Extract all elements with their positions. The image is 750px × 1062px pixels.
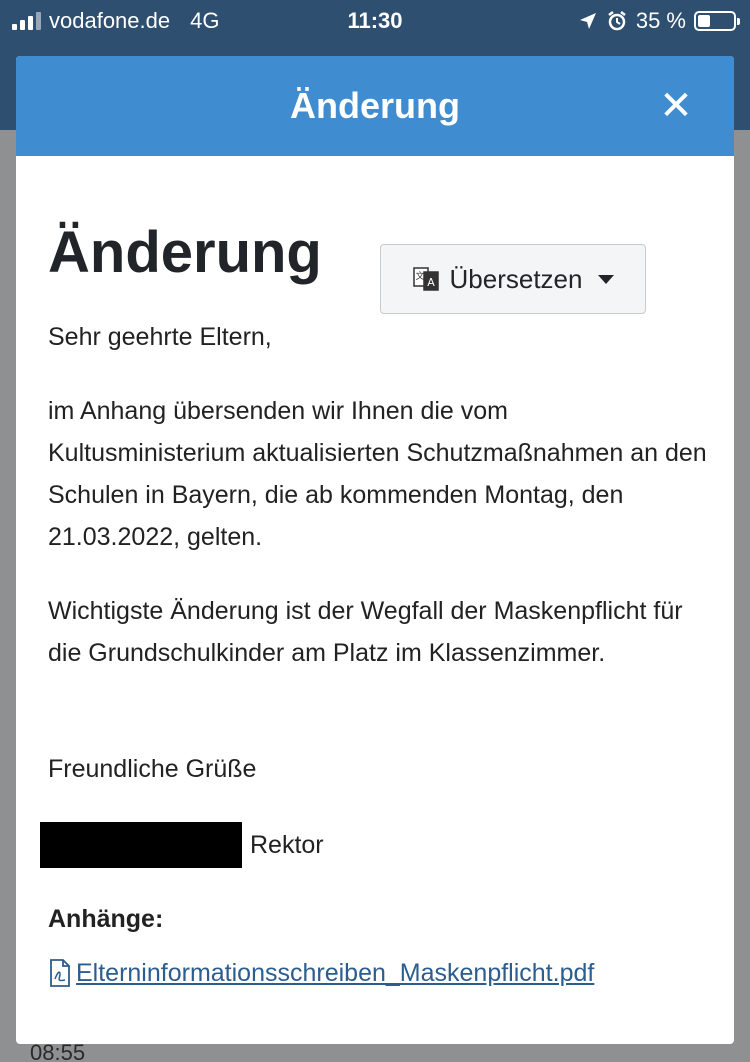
alarm-clock-icon — [608, 11, 626, 31]
closing-text: Freundliche Grüße — [48, 755, 257, 783]
redacted-name — [40, 822, 242, 868]
body-paragraph-1: im Anhang übersenden wir Ihnen die vom K… — [48, 397, 707, 551]
translate-button[interactable]: A 文 Übersetzen — [380, 244, 646, 314]
attachment-link[interactable]: Elterninformationsschreiben_Maskenpflich… — [76, 952, 594, 994]
translate-button-label: Übersetzen — [449, 264, 583, 294]
battery-percentage: 35 % — [635, 8, 686, 33]
page-title: Änderung — [48, 220, 322, 285]
change-notice-modal: Änderung ✕ Änderung A 文 Übersetzen Sehr … — [16, 56, 734, 1044]
greeting-text: Sehr geehrte Eltern, — [48, 323, 272, 351]
close-icon[interactable]: ✕ — [656, 86, 696, 126]
signature-line: Rektor — [40, 822, 708, 868]
battery-icon — [694, 11, 740, 31]
attachments-heading: Anhänge: — [48, 905, 164, 933]
body-paragraph-2: Wichtigste Änderung ist der Wegfall der … — [48, 597, 683, 667]
svg-text:A: A — [427, 276, 435, 289]
status-bar: vodafone.de 4G 11:30 35 % — [0, 0, 750, 42]
chevron-down-icon — [598, 274, 615, 284]
status-bar-right: 35 % — [578, 8, 740, 34]
location-arrow-icon — [579, 13, 596, 29]
modal-header: Änderung ✕ — [16, 56, 734, 156]
translate-icon: A 文 — [412, 267, 439, 291]
attachment-item: Elterninformationsschreiben_Maskenpflich… — [48, 952, 708, 994]
modal-header-title: Änderung — [290, 85, 460, 126]
signature-role: Rektor — [250, 831, 324, 859]
pdf-file-icon — [50, 959, 70, 987]
svg-text:文: 文 — [415, 270, 424, 282]
